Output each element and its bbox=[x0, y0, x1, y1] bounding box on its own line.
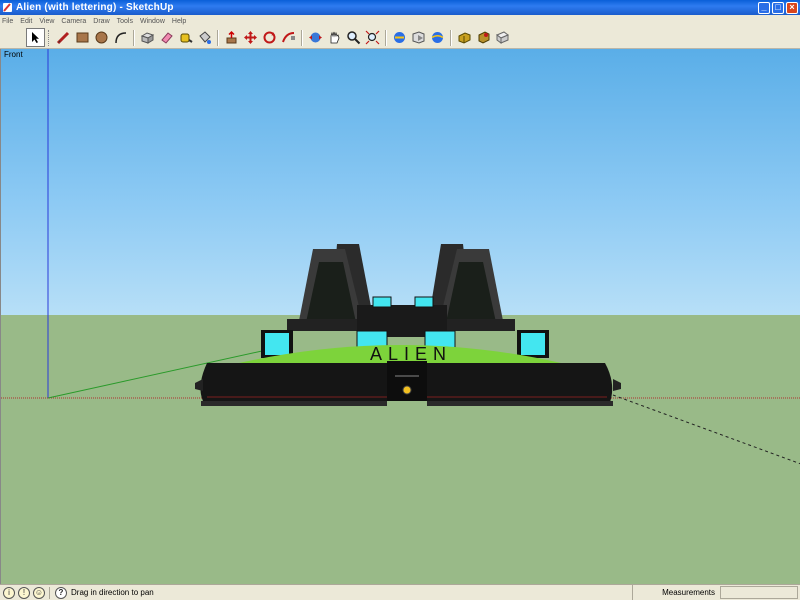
toolbar bbox=[0, 27, 800, 49]
user-account-icon[interactable]: ☺ bbox=[33, 586, 45, 599]
window-title: Alien (with lettering) - SketchUp bbox=[16, 2, 174, 13]
menu-window[interactable]: Window bbox=[140, 18, 165, 25]
menu-file[interactable]: File bbox=[2, 18, 13, 25]
push-pull-icon bbox=[226, 30, 237, 44]
layout-icon bbox=[496, 31, 509, 44]
share-model-button[interactable] bbox=[455, 28, 474, 47]
menu-edit[interactable]: Edit bbox=[20, 18, 32, 25]
rotate-icon bbox=[263, 31, 276, 44]
light-panel bbox=[265, 333, 289, 355]
menu-help[interactable]: Help bbox=[172, 18, 186, 25]
main-hull bbox=[195, 361, 621, 406]
follow-me-icon bbox=[282, 32, 295, 43]
rectangle-tool-button[interactable] bbox=[73, 28, 92, 47]
next-view-icon bbox=[412, 31, 425, 44]
minimize-button[interactable]: _ bbox=[758, 1, 770, 14]
get-models-icon bbox=[431, 32, 444, 43]
light-panel bbox=[414, 296, 434, 308]
next-view-button[interactable] bbox=[409, 28, 428, 47]
rotate-tool-button[interactable] bbox=[260, 28, 279, 47]
light-panel bbox=[372, 296, 392, 308]
zoom-tool-button[interactable] bbox=[344, 28, 363, 47]
orbit-icon bbox=[309, 32, 322, 43]
get-models-button[interactable] bbox=[428, 28, 447, 47]
move-icon bbox=[244, 31, 257, 44]
menu-camera[interactable]: Camera bbox=[61, 18, 86, 25]
arc-icon bbox=[115, 32, 127, 44]
toolbar-grip[interactable] bbox=[48, 29, 51, 46]
close-button[interactable]: × bbox=[786, 1, 798, 14]
previous-view-icon bbox=[394, 32, 405, 43]
rectangle-icon bbox=[76, 32, 89, 43]
make-component-tool-button[interactable] bbox=[138, 28, 157, 47]
share-component-button[interactable] bbox=[474, 28, 493, 47]
previous-view-button[interactable] bbox=[390, 28, 409, 47]
circle-icon bbox=[95, 31, 108, 44]
credits-icon[interactable]: ! bbox=[18, 586, 30, 599]
red-axis-dashed bbox=[612, 394, 800, 465]
pan-icon bbox=[330, 31, 340, 44]
maximize-button[interactable]: □ bbox=[772, 1, 784, 14]
send-to-layout-button[interactable] bbox=[493, 28, 512, 47]
measurements-label: Measurements bbox=[632, 585, 718, 600]
arc-tool-button[interactable] bbox=[111, 28, 130, 47]
circle-tool-button[interactable] bbox=[92, 28, 111, 47]
line-tool-button[interactable] bbox=[54, 28, 73, 47]
tape-measure-tool-button[interactable] bbox=[176, 28, 195, 47]
select-tool-button[interactable] bbox=[26, 28, 45, 47]
eraser-icon bbox=[161, 32, 173, 44]
tape-measure-icon bbox=[180, 33, 193, 43]
help-icon[interactable]: ? bbox=[55, 586, 67, 599]
model-scene[interactable]: ALIEN bbox=[1, 49, 800, 584]
arrow-cursor-icon bbox=[32, 32, 39, 43]
zoom-extents-tool-button[interactable] bbox=[363, 28, 382, 47]
menu-bar: File Edit View Camera Draw Tools Window … bbox=[0, 15, 800, 27]
light-panel bbox=[521, 333, 545, 355]
menu-tools[interactable]: Tools bbox=[117, 18, 133, 25]
sketchup-logo-icon bbox=[2, 2, 13, 13]
menu-draw[interactable]: Draw bbox=[93, 18, 109, 25]
share-model-icon bbox=[458, 32, 471, 44]
zoom-icon bbox=[347, 31, 361, 45]
zoom-extents-icon bbox=[365, 30, 380, 45]
menu-view[interactable]: View bbox=[39, 18, 54, 25]
title-bar: Alien (with lettering) - SketchUp _ □ × bbox=[0, 0, 800, 15]
component-icon bbox=[140, 32, 155, 44]
eraser-tool-button[interactable] bbox=[157, 28, 176, 47]
paint-bucket-icon bbox=[199, 31, 211, 44]
orbit-tool-button[interactable] bbox=[306, 28, 325, 47]
push-pull-tool-button[interactable] bbox=[222, 28, 241, 47]
status-hint: Drag in direction to pan bbox=[71, 588, 154, 597]
paint-bucket-tool-button[interactable] bbox=[195, 28, 214, 47]
geo-location-icon[interactable]: i bbox=[3, 586, 15, 599]
pan-tool-button[interactable] bbox=[325, 28, 344, 47]
share-component-icon bbox=[478, 31, 490, 44]
follow-me-tool-button[interactable] bbox=[279, 28, 298, 47]
drawing-viewport[interactable]: Front ALIEN bbox=[0, 49, 800, 584]
measurements-input[interactable] bbox=[720, 586, 798, 599]
move-tool-button[interactable] bbox=[241, 28, 260, 47]
pencil-icon bbox=[56, 31, 70, 45]
status-bar: i ! ☺ ? Drag in direction to pan Measure… bbox=[0, 584, 800, 600]
